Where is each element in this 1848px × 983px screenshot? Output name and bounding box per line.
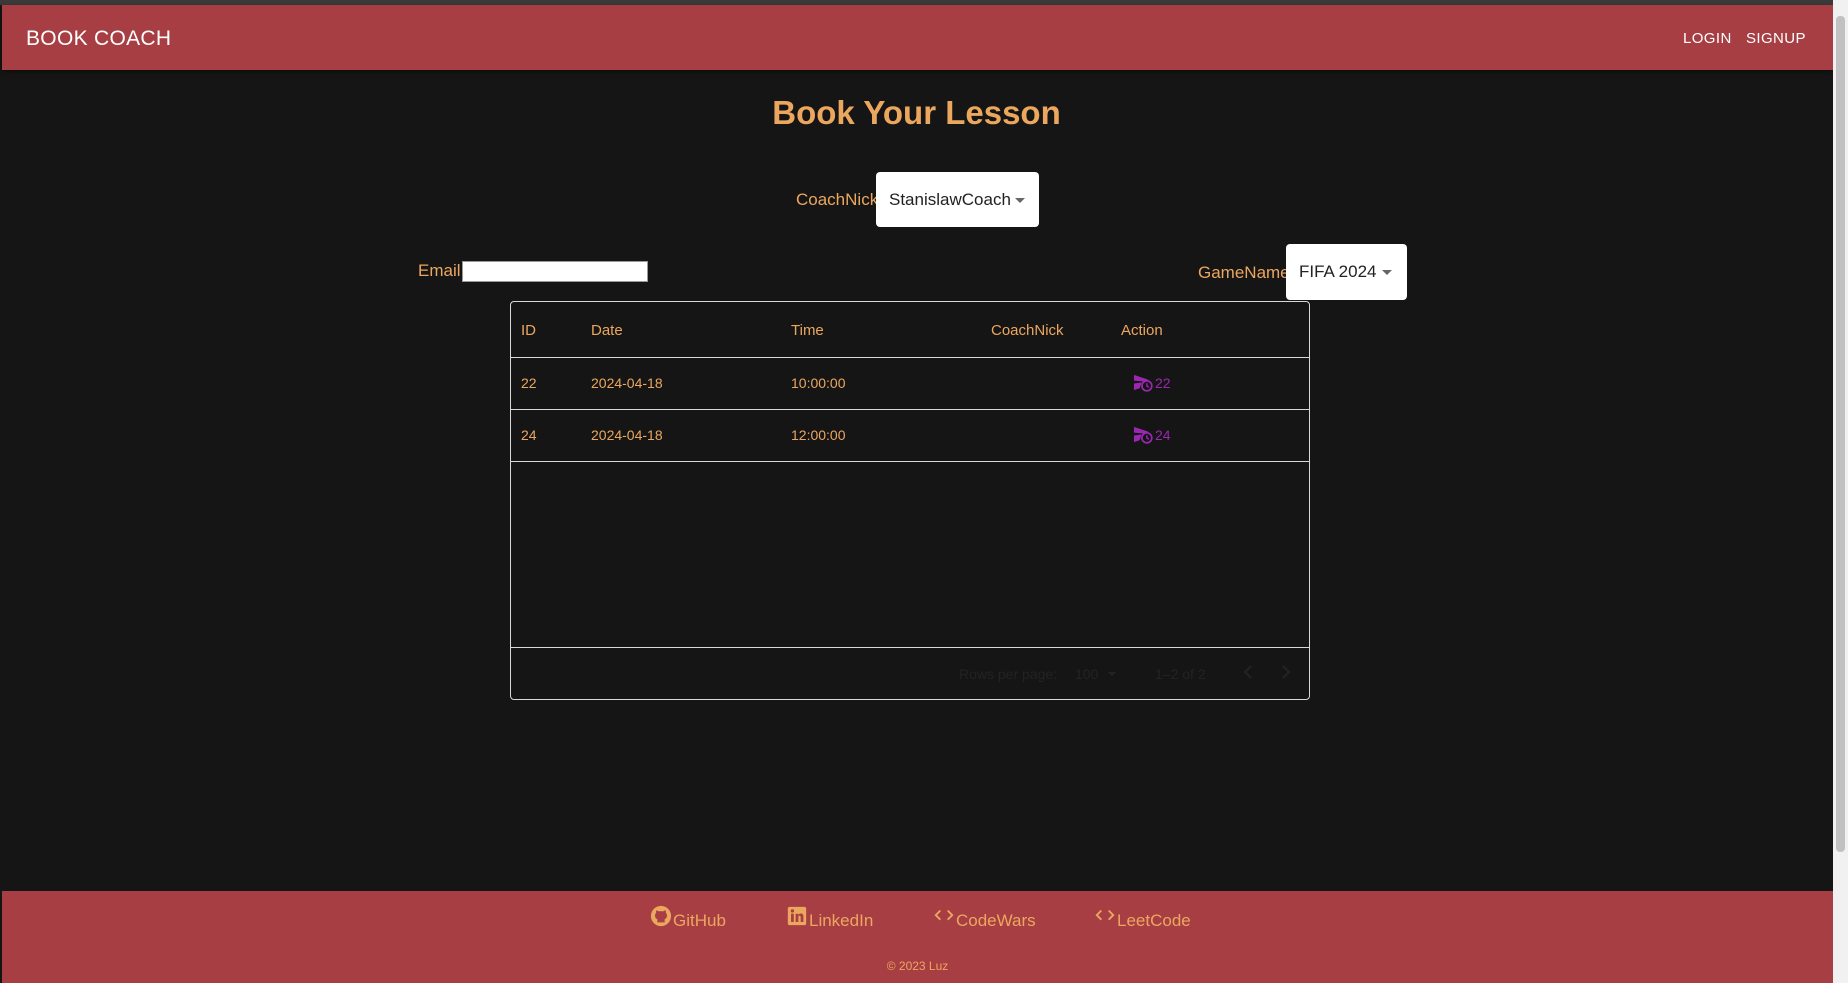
scrollbar-thumb[interactable] bbox=[1836, 16, 1845, 852]
leetcode-link[interactable]: LeetCode bbox=[1094, 905, 1191, 931]
chevron-right-icon bbox=[1282, 665, 1291, 679]
column-header-time[interactable]: Time bbox=[791, 322, 824, 339]
email-input[interactable] bbox=[462, 261, 648, 282]
schedule-send-icon bbox=[1133, 374, 1153, 392]
vertical-scrollbar[interactable] bbox=[1833, 0, 1848, 983]
email-label: Email: bbox=[418, 261, 466, 280]
action-label: 22 bbox=[1155, 374, 1171, 391]
github-label: GitHub bbox=[673, 911, 726, 930]
login-link[interactable]: LOGIN bbox=[1683, 30, 1732, 47]
rows-per-page-select[interactable]: 100 bbox=[1075, 666, 1117, 682]
cell-date: 2024-04-18 bbox=[591, 375, 663, 391]
book-lesson-button[interactable]: 24 bbox=[1132, 424, 1171, 445]
github-link[interactable]: GitHub bbox=[650, 905, 726, 931]
action-label: 24 bbox=[1155, 426, 1171, 443]
cell-id: 24 bbox=[521, 427, 537, 443]
codewars-label: CodeWars bbox=[956, 911, 1036, 930]
column-header-id[interactable]: ID bbox=[521, 322, 536, 339]
code-icon bbox=[934, 909, 954, 921]
lessons-table: ID Date Time CoachNick Action 22 2024-04… bbox=[510, 301, 1310, 700]
column-header-coach-nick[interactable]: CoachNick bbox=[991, 322, 1064, 339]
footer-divider bbox=[511, 647, 1309, 648]
next-page-button[interactable] bbox=[1279, 662, 1293, 685]
copyright-text: © 2023 Luz bbox=[886, 959, 949, 973]
github-icon bbox=[650, 905, 672, 927]
chevron-down-icon bbox=[1108, 672, 1117, 676]
cell-time: 12:00:00 bbox=[791, 427, 846, 443]
coach-nick-label: CoachNick: bbox=[796, 190, 883, 209]
schedule-send-icon bbox=[1133, 426, 1153, 444]
cell-id: 22 bbox=[521, 375, 537, 391]
code-icon bbox=[1095, 909, 1115, 921]
coach-nick-value: StanislawCoach bbox=[889, 190, 1011, 209]
game-name-select[interactable]: FIFA 2024 bbox=[1286, 244, 1407, 300]
rows-per-page-label: Rows per page: bbox=[959, 666, 1058, 682]
game-name-label: GameName: bbox=[1198, 263, 1295, 282]
signup-link[interactable]: SIGNUP bbox=[1746, 30, 1806, 47]
game-name-value: FIFA 2024 bbox=[1299, 262, 1377, 281]
table-row[interactable]: 24 2024-04-18 12:00:00 24 bbox=[511, 410, 1309, 461]
previous-page-button[interactable] bbox=[1241, 662, 1255, 685]
linkedin-link[interactable]: LinkedIn bbox=[786, 905, 873, 931]
brand-logo[interactable]: BOOK COACH bbox=[26, 27, 171, 51]
site-footer: GitHub LinkedIn CodeWars LeetCode © 2023… bbox=[2, 891, 1833, 983]
cell-time: 10:00:00 bbox=[791, 375, 846, 391]
leetcode-label: LeetCode bbox=[1117, 911, 1191, 930]
codewars-link[interactable]: CodeWars bbox=[933, 905, 1036, 931]
cell-date: 2024-04-18 bbox=[591, 427, 663, 443]
column-header-date[interactable]: Date bbox=[591, 322, 623, 339]
page-title: Book Your Lesson bbox=[772, 94, 1061, 131]
linkedin-icon bbox=[787, 906, 807, 926]
chevron-left-icon bbox=[1243, 665, 1252, 679]
book-lesson-button[interactable]: 22 bbox=[1132, 372, 1171, 393]
row-divider bbox=[511, 461, 1309, 462]
table-row[interactable]: 22 2024-04-18 10:00:00 22 bbox=[511, 358, 1309, 409]
rows-per-page-value: 100 bbox=[1075, 666, 1099, 682]
chevron-down-icon bbox=[1382, 270, 1392, 275]
top-navbar: BOOK COACH LOGIN SIGNUP bbox=[2, 5, 1833, 70]
pagination-range: 1–2 of 2 bbox=[1155, 666, 1206, 682]
chevron-down-icon bbox=[1015, 198, 1025, 203]
column-header-action[interactable]: Action bbox=[1121, 322, 1163, 339]
linkedin-label: LinkedIn bbox=[809, 911, 874, 930]
coach-nick-select[interactable]: StanislawCoach bbox=[876, 172, 1039, 227]
